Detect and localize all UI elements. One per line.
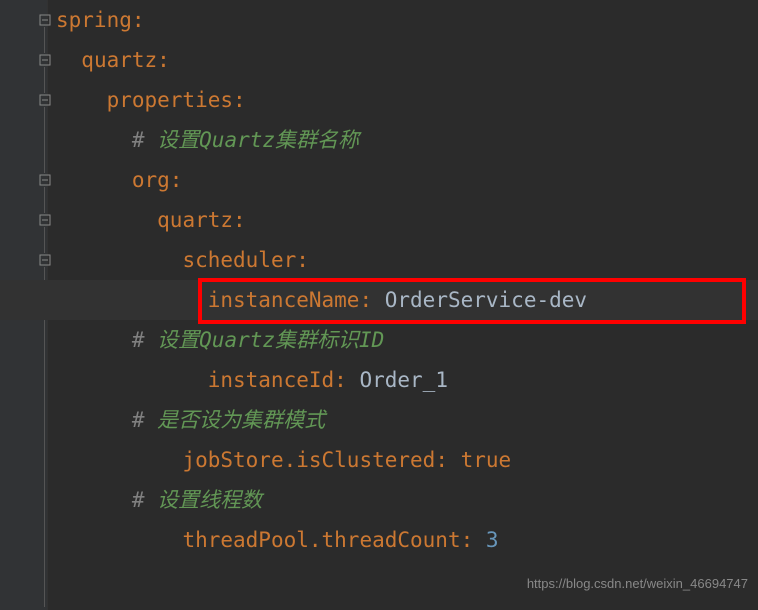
yaml-key: jobStore.isClustered [182, 448, 435, 472]
yaml-value: OrderService-dev [385, 288, 587, 312]
yaml-key: spring [56, 8, 132, 32]
yaml-comment: # 设置Quartz集群名称 [132, 128, 359, 152]
csdn-watermark: https://blog.csdn.net/weixin_46694747 [527, 564, 748, 604]
yaml-value: Order_1 [359, 368, 448, 392]
yaml-comment: # 设置线程数 [132, 488, 262, 512]
yaml-key: threadPool.threadCount [182, 528, 460, 552]
yaml-value: 3 [486, 528, 499, 552]
yaml-value: true [461, 448, 512, 472]
code-editor-content[interactable]: spring: quartz: properties: # 设置Quartz集群… [48, 0, 587, 560]
yaml-comment: # 是否设为集群模式 [132, 408, 325, 432]
yaml-key: scheduler [182, 248, 296, 272]
yaml-key: quartz [157, 208, 233, 232]
yaml-comment: # 设置Quartz集群标识ID [132, 328, 384, 352]
yaml-key: instanceName [208, 288, 360, 312]
yaml-key: instanceId [208, 368, 334, 392]
yaml-key: quartz [81, 48, 157, 72]
yaml-key: properties [107, 88, 233, 112]
yaml-key: org [132, 168, 170, 192]
